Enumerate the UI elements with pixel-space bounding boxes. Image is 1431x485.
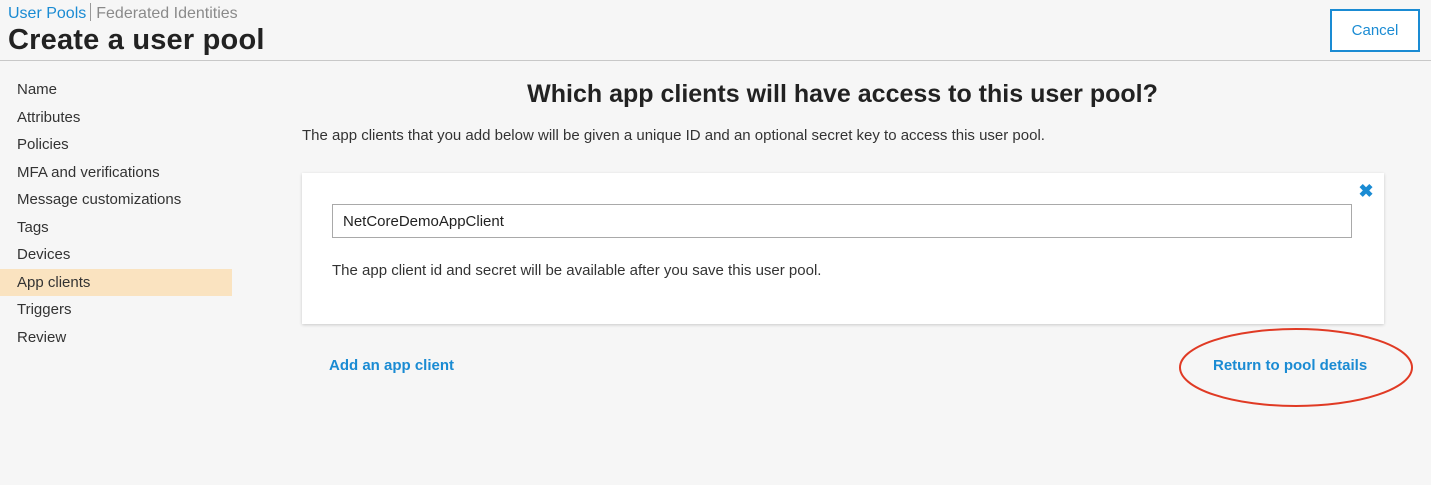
sidebar-item-devices[interactable]: Devices bbox=[0, 241, 232, 269]
sidebar-item-triggers[interactable]: Triggers bbox=[0, 296, 232, 324]
app-client-name-input[interactable] bbox=[332, 204, 1352, 238]
sidebar-item-policies[interactable]: Policies bbox=[0, 131, 232, 159]
breadcrumb-federated-identities[interactable]: Federated Identities bbox=[96, 5, 237, 22]
breadcrumb-user-pools[interactable]: User Pools bbox=[8, 5, 86, 22]
page-header: User Pools Federated Identities Create a … bbox=[0, 0, 1431, 61]
page-title: Create a user pool bbox=[8, 24, 265, 56]
breadcrumb: User Pools Federated Identities bbox=[8, 3, 238, 24]
sidebar-item-tags[interactable]: Tags bbox=[0, 214, 232, 242]
sidebar-item-attributes[interactable]: Attributes bbox=[0, 104, 232, 132]
add-app-client-link[interactable]: Add an app client bbox=[329, 357, 454, 374]
sidebar-item-mfa-and-verifications[interactable]: MFA and verifications bbox=[0, 159, 232, 187]
sidebar-item-name[interactable]: Name bbox=[0, 76, 232, 104]
return-to-pool-details-link[interactable]: Return to pool details bbox=[1213, 357, 1367, 374]
sidebar-item-message-customizations[interactable]: Message customizations bbox=[0, 186, 232, 214]
app-client-card: ✖ The app client id and secret will be a… bbox=[302, 173, 1384, 324]
breadcrumb-divider bbox=[90, 3, 92, 21]
section-heading: Which app clients will have access to th… bbox=[527, 80, 1158, 108]
sidebar-item-review[interactable]: Review bbox=[0, 324, 232, 352]
section-description: The app clients that you add below will … bbox=[302, 127, 1045, 144]
cancel-button[interactable]: Cancel bbox=[1330, 9, 1420, 52]
close-icon[interactable]: ✖ bbox=[1358, 182, 1374, 200]
wizard-sidebar: Name Attributes Policies MFA and verific… bbox=[0, 76, 232, 351]
sidebar-item-app-clients[interactable]: App clients bbox=[0, 268, 232, 296]
app-client-note: The app client id and secret will be ava… bbox=[332, 262, 822, 279]
